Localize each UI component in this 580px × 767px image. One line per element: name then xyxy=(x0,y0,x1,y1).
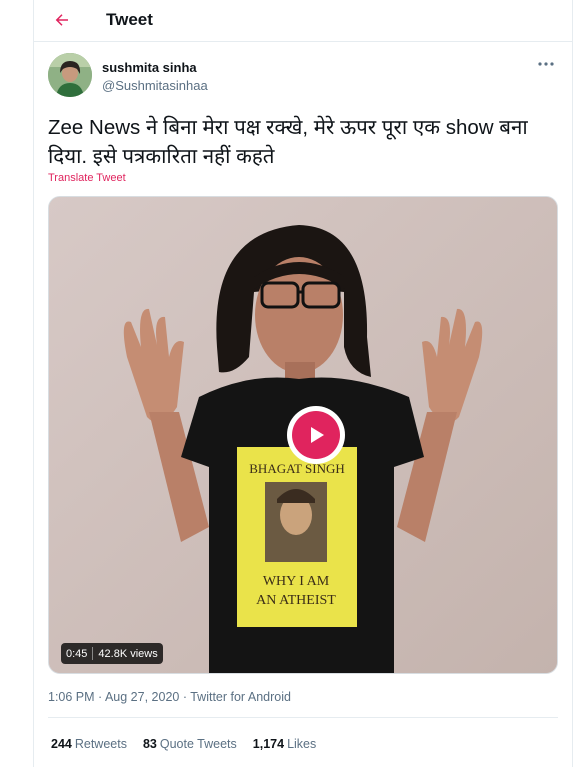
video-duration: 0:45 xyxy=(66,647,88,660)
video-views: 42.8K views xyxy=(98,647,158,660)
likes-stat[interactable]: 1,174 Likes xyxy=(253,737,316,751)
video-player[interactable]: BHAGAT SINGH WHY I AM AN ATHEIST 0:45 42… xyxy=(48,196,558,674)
user-handle[interactable]: @Sushmitasinhaa xyxy=(102,78,208,93)
play-icon xyxy=(311,427,324,443)
more-options-button[interactable] xyxy=(536,56,556,72)
avatar[interactable] xyxy=(48,53,92,97)
retweets-stat[interactable]: 244 Retweets xyxy=(51,737,127,751)
play-button-inner xyxy=(292,411,340,459)
more-dots-icon xyxy=(538,62,554,66)
page-header: Tweet xyxy=(34,0,572,42)
page-title: Tweet xyxy=(106,10,153,29)
shirt-top-text: BHAGAT SINGH xyxy=(249,461,344,476)
translate-tweet-link[interactable]: Translate Tweet xyxy=(48,172,126,184)
shirt-bottom-line2: AN ATHEIST xyxy=(256,593,336,608)
back-arrow-icon xyxy=(55,14,68,26)
play-button[interactable] xyxy=(287,406,345,464)
badge-separator xyxy=(92,647,94,660)
tweet-timestamp[interactable]: 1:06 PM · Aug 27, 2020 · Twitter for And… xyxy=(48,690,291,704)
video-stats-badge: 0:45 42.8K views xyxy=(61,643,163,664)
shirt-bottom-line1: WHY I AM xyxy=(263,574,330,589)
tweet-text: Zee News ने बिना मेरा पक्ष रक्खे, मेरे ऊ… xyxy=(48,116,528,168)
stats-divider xyxy=(48,717,558,718)
back-button[interactable] xyxy=(50,8,74,32)
avatar-image xyxy=(48,53,92,97)
tweet-frame: Tweet sushmita sinha @Sushmitasinhaa Zee… xyxy=(33,0,573,767)
quote-tweets-stat[interactable]: 83 Quote Tweets xyxy=(143,737,237,751)
engagement-stats: 244 Retweets 83 Quote Tweets 1,174 Likes xyxy=(51,737,332,751)
user-name[interactable]: sushmita sinha xyxy=(102,60,197,75)
